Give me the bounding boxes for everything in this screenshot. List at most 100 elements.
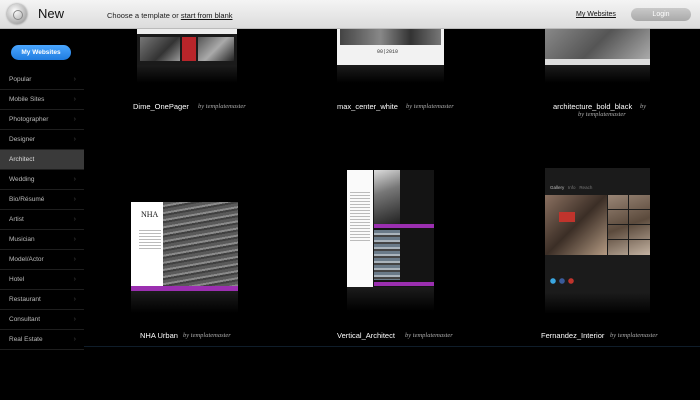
thumb-photo <box>198 37 234 61</box>
category-list: Popular › Mobile Sites › Photographer › Des… <box>0 70 84 350</box>
chevron-right-icon: › <box>73 96 76 103</box>
category-photographer[interactable]: Photographer › <box>0 110 84 130</box>
category-wedding[interactable]: Wedding › <box>0 170 84 190</box>
thumb-title: NHA <box>141 210 159 219</box>
thumb-caption: 00|2010 <box>377 49 399 55</box>
start-from-blank-link[interactable]: start from blank <box>181 11 233 20</box>
category-consultant[interactable]: Consultant › <box>0 310 84 330</box>
category-musician[interactable]: Musician › <box>0 230 84 250</box>
my-websites-button[interactable]: My Websites <box>11 45 71 60</box>
top-bar: New Choose a template or start from blan… <box>0 0 700 29</box>
category-label: Musician <box>9 236 35 243</box>
author-fragment: by <box>640 103 647 110</box>
thumb-text-lines <box>139 230 161 250</box>
thumb-accent-bar <box>374 224 434 228</box>
thumb-reflection <box>347 287 434 311</box>
thumb-text-lines <box>350 192 370 242</box>
chevron-right-icon: › <box>73 236 76 243</box>
category-popular[interactable]: Popular › <box>0 70 84 90</box>
category-mobile-sites[interactable]: Mobile Sites › <box>0 90 84 110</box>
category-hotel[interactable]: Hotel › <box>0 270 84 290</box>
template-author: by templatemaster <box>406 103 454 110</box>
category-label: Designer <box>9 136 36 143</box>
category-label: Restaurant <box>9 296 41 303</box>
category-label: Artist <box>9 216 24 223</box>
thumb-photo <box>374 230 400 280</box>
thumb-photo <box>545 195 607 255</box>
template-thumbnail-fernandez-interior[interactable]: Gallery Info Reach <box>545 168 650 292</box>
thumb-reflection <box>131 291 238 313</box>
thumb-nav-item: Gallery <box>550 185 565 190</box>
category-artist[interactable]: Artist › <box>0 210 84 230</box>
my-websites-link[interactable]: My Websites <box>576 11 616 18</box>
template-author: by templatemaster <box>405 332 453 339</box>
chevron-right-icon: › <box>73 196 76 203</box>
chevron-right-icon: › <box>73 316 76 323</box>
thumb-reflection <box>337 65 444 83</box>
page-title: New <box>38 6 65 21</box>
thumb-nav-item: Reach <box>579 185 593 190</box>
template-thumbnail-architecture-bold-black[interactable] <box>545 29 650 65</box>
thumb-photo <box>163 202 238 286</box>
thumb-photo <box>340 29 441 45</box>
chevron-right-icon: › <box>73 176 76 183</box>
template-author: by templatemaster <box>610 332 658 339</box>
template-hint: Choose a template or start from blank <box>107 11 233 20</box>
category-label: Model/Actor <box>9 256 44 263</box>
category-label: Real Estate <box>9 336 43 343</box>
thumb-accent <box>559 212 575 222</box>
template-name[interactable]: Dime_OnePager <box>133 102 189 111</box>
category-model-actor[interactable]: Model/Actor › <box>0 250 84 270</box>
template-name[interactable]: NHA Urban <box>140 331 178 340</box>
thumb-photo-grid <box>608 195 650 255</box>
category-designer[interactable]: Designer › <box>0 130 84 150</box>
thumb-reflection <box>545 65 650 83</box>
template-thumbnail-max-center-white[interactable]: 00|2010 <box>337 29 444 65</box>
thumb-header <box>137 29 237 34</box>
chevron-right-icon: › <box>73 276 76 283</box>
thumb-reflection <box>137 65 237 83</box>
bottom-divider <box>84 346 700 347</box>
thumb-photo <box>545 29 650 59</box>
chevron-right-icon: › <box>73 296 76 303</box>
category-real-estate[interactable]: Real Estate › <box>0 330 84 350</box>
hint-text: Choose a template or <box>107 11 179 20</box>
chevron-right-icon: › <box>73 256 76 263</box>
thumb-photo <box>374 170 400 224</box>
category-label: Architect <box>9 156 35 163</box>
chevron-right-icon: › <box>73 216 76 223</box>
category-label: Consultant <box>9 316 41 323</box>
thumb-photo <box>140 37 180 61</box>
category-bio-resume[interactable]: Bio/Résumé › <box>0 190 84 210</box>
category-label: Wedding <box>9 176 35 183</box>
template-name[interactable]: architecture_bold_black <box>553 102 632 111</box>
template-author: by templatemaster <box>183 332 231 339</box>
thumb-reflection <box>545 292 650 314</box>
category-label: Hotel <box>9 276 25 283</box>
thumb-nav-item: Info <box>568 185 576 190</box>
category-label: Bio/Résumé <box>9 196 45 203</box>
chevron-right-icon: › <box>73 336 76 343</box>
chevron-right-icon: › <box>73 136 76 143</box>
chevron-right-icon: › <box>73 116 76 123</box>
template-author: by templatemaster <box>198 103 246 110</box>
template-name[interactable]: Vertical_Architect <box>337 331 395 340</box>
template-name[interactable]: Fernandez_Interior <box>541 331 604 340</box>
app-logo-icon[interactable] <box>7 4 27 24</box>
thumb-nav: Gallery Info Reach <box>550 185 592 190</box>
category-label: Mobile Sites <box>9 96 45 103</box>
thumb-accent <box>182 37 196 61</box>
chevron-right-icon: › <box>73 76 76 83</box>
login-button[interactable]: Login <box>631 8 691 21</box>
category-label: Photographer <box>9 116 49 123</box>
template-thumbnail-dime-onepager[interactable] <box>137 29 237 65</box>
thumb-accent-bar <box>374 282 434 286</box>
category-label: Popular <box>9 76 32 83</box>
template-thumbnail-vertical-architect[interactable] <box>347 170 434 287</box>
template-author: by templatemaster <box>578 111 626 118</box>
category-restaurant[interactable]: Restaurant › <box>0 290 84 310</box>
category-architect[interactable]: Architect <box>0 150 84 170</box>
thumb-social-icons <box>550 278 580 284</box>
template-name[interactable]: max_center_white <box>337 102 398 111</box>
template-thumbnail-nha-urban[interactable]: NHA <box>131 202 238 291</box>
